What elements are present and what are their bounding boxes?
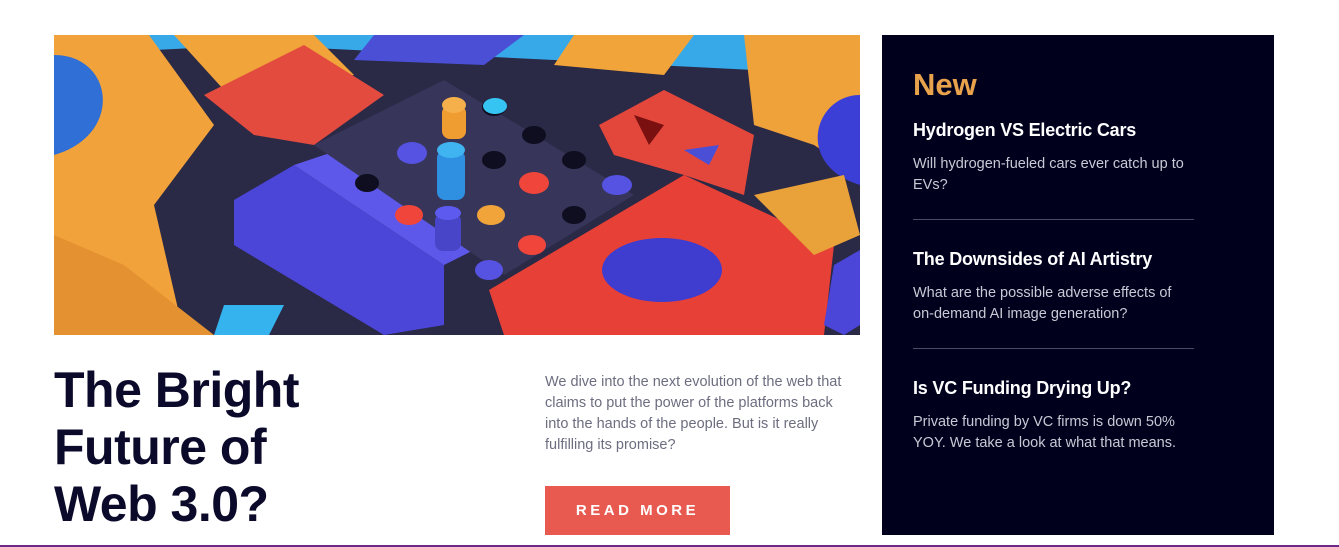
news-item: Is VC Funding Drying Up? Private funding… bbox=[913, 348, 1194, 454]
news-item: The Downsides of AI Artistry What are th… bbox=[913, 219, 1194, 325]
news-item-title-link[interactable]: Hydrogen VS Electric Cars bbox=[913, 117, 1194, 143]
new-heading: New bbox=[913, 67, 977, 102]
news-list: Hydrogen VS Electric Cars Will hydrogen-… bbox=[913, 117, 1194, 454]
headline-line-1: The Bright bbox=[54, 362, 299, 418]
read-more-button[interactable]: READ MORE bbox=[545, 486, 730, 535]
news-item-title-link[interactable]: The Downsides of AI Artistry bbox=[913, 246, 1194, 272]
news-item-description: What are the possible adverse effects of… bbox=[913, 285, 1172, 322]
news-item: Hydrogen VS Electric Cars Will hydrogen-… bbox=[913, 117, 1194, 196]
headline-line-3: Web 3.0? bbox=[54, 476, 269, 532]
article-headline: The Bright Future of Web 3.0? bbox=[54, 362, 484, 533]
abstract-blocks-illustration bbox=[54, 35, 860, 335]
news-item-description: Private funding by VC firms is down 50% … bbox=[913, 414, 1177, 451]
headline-line-2: Future of bbox=[54, 419, 267, 475]
new-articles-panel: New Hydrogen VS Electric Cars Will hydro… bbox=[882, 35, 1274, 535]
news-item-description: Will hydrogen-fueled cars ever catch up … bbox=[913, 156, 1184, 193]
article-summary: We dive into the next evolution of the w… bbox=[545, 374, 842, 453]
hero-image bbox=[54, 35, 860, 335]
news-item-title-link[interactable]: Is VC Funding Drying Up? bbox=[913, 375, 1194, 401]
